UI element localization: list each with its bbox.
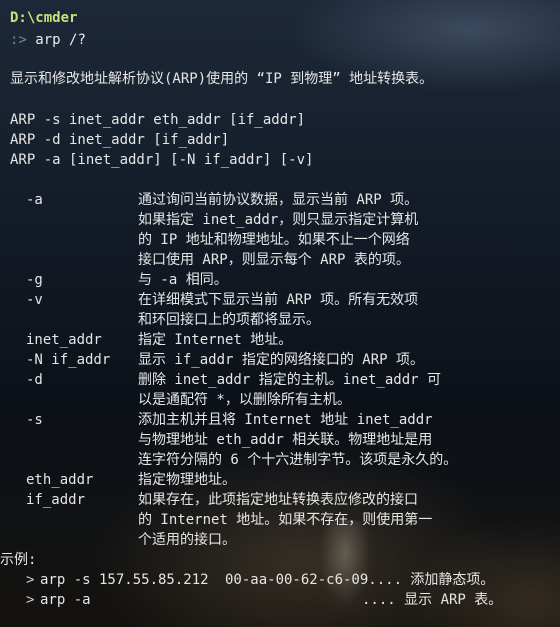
example-detail: 00-aa-00-62-c6-09.... 添加静态项。 bbox=[225, 572, 495, 588]
option-desc: 连字符分隔的 6 个十六进制字节。该项是永久的。 bbox=[138, 452, 458, 468]
option-desc: 显示 if_addr 指定的网络接口的 ARP 项。 bbox=[138, 352, 425, 368]
option-desc: 在详细模式下显示当前 ARP 项。所有无效项 bbox=[138, 292, 419, 308]
option-flag: -N if_addr bbox=[26, 352, 111, 368]
prompt-symbol: :> bbox=[10, 32, 27, 48]
example-detail: .... 显示 ARP 表。 bbox=[362, 592, 503, 608]
command-line: :> arp /? bbox=[10, 30, 86, 50]
option-flag: -d bbox=[26, 372, 43, 388]
option-desc: 接口使用 ARP，则显示每个 ARP 表的项。 bbox=[138, 252, 410, 268]
option-desc: 与物理地址 eth_addr 相关联。物理地址是用 bbox=[138, 432, 433, 448]
option-desc: 的 Internet 地址。如果不存在，则使用第一 bbox=[138, 512, 433, 528]
usage-line: ARP -s inet_addr eth_addr [if_addr] bbox=[10, 112, 306, 128]
option-desc: 指定物理地址。 bbox=[138, 472, 236, 488]
prompt-path: D:\cmder bbox=[10, 10, 78, 26]
option-flag: inet_addr bbox=[26, 332, 102, 348]
example-arrow-icon: > bbox=[26, 592, 35, 608]
option-desc: 和环回接口上的项都将显示。 bbox=[138, 312, 320, 328]
command-text: arp /? bbox=[35, 32, 86, 48]
option-desc: 个适用的接口。 bbox=[138, 532, 236, 548]
option-desc: 的 IP 地址和物理地址。如果不止一个网络 bbox=[138, 232, 410, 248]
option-desc: 如果存在，此项指定地址转换表应修改的接口 bbox=[138, 492, 418, 508]
option-flag: -a bbox=[26, 192, 43, 208]
option-desc: 以是通配符 *，以删除所有主机。 bbox=[138, 392, 351, 408]
option-desc: 指定 Internet 地址。 bbox=[138, 332, 293, 348]
option-desc: 通过询问当前协议数据，显示当前 ARP 项。 bbox=[138, 192, 419, 208]
example-command: arp -a bbox=[40, 592, 91, 608]
description-line: 显示和修改地址解析协议(ARP)使用的 “IP 到物理” 地址转换表。 bbox=[10, 71, 434, 87]
option-desc: 与 -a 相同。 bbox=[138, 272, 228, 288]
option-flag: eth_addr bbox=[26, 472, 94, 488]
option-flag: -g bbox=[26, 272, 43, 288]
option-desc: 如果指定 inet_addr，则只显示指定计算机 bbox=[138, 212, 419, 228]
option-flag: -s bbox=[26, 412, 43, 428]
option-flag: if_addr bbox=[26, 492, 86, 508]
usage-line: ARP -a [inet_addr] [-N if_addr] [-v] bbox=[10, 152, 314, 168]
example-arrow-icon: > bbox=[26, 572, 35, 588]
usage-line: ARP -d inet_addr [if_addr] bbox=[10, 132, 230, 148]
option-desc: 删除 inet_addr 指定的主机。inet_addr 可 bbox=[138, 372, 442, 388]
option-desc: 添加主机并且将 Internet 地址 inet_addr bbox=[138, 412, 433, 428]
examples-label: 示例: bbox=[0, 552, 37, 568]
option-flag: -v bbox=[26, 292, 43, 308]
example-command: arp -s 157.55.85.212 bbox=[40, 572, 209, 588]
